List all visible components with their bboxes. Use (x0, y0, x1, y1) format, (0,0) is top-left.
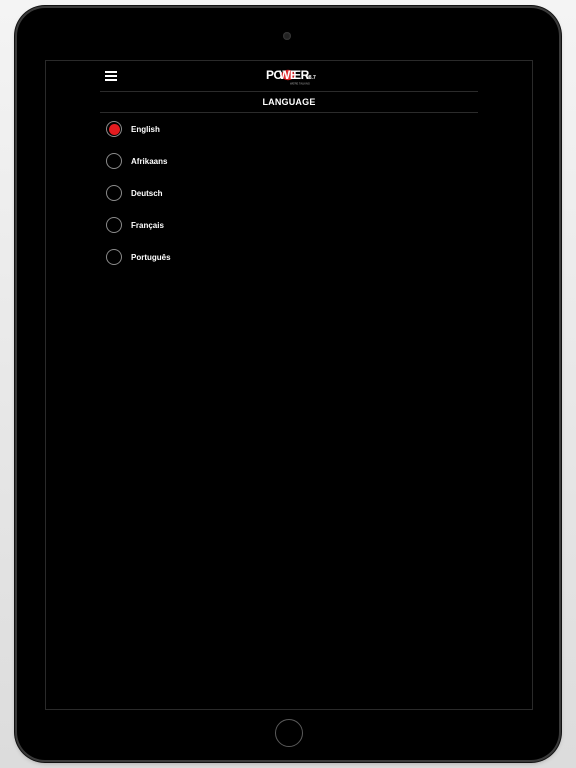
app-screen: POWER WE 98.7 WE'RE TALKING LANGUAGE Eng… (45, 60, 533, 710)
svg-text:WE: WE (279, 68, 298, 82)
radio-selected-icon[interactable] (106, 121, 122, 137)
language-label: Português (131, 252, 171, 262)
radio-unselected-icon[interactable] (106, 249, 122, 265)
hamburger-menu-icon[interactable] (105, 71, 117, 81)
tablet-frame: POWER WE 98.7 WE'RE TALKING LANGUAGE Eng… (17, 8, 559, 760)
radio-unselected-icon[interactable] (106, 217, 122, 233)
language-label: Deutsch (131, 188, 163, 198)
language-option-afrikaans[interactable]: Afrikaans (106, 151, 306, 171)
power-987-logo: POWER WE 98.7 WE'RE TALKING (266, 68, 316, 86)
language-option-francais[interactable]: Français (106, 215, 306, 235)
language-label: English (131, 124, 160, 134)
radio-unselected-icon[interactable] (106, 185, 122, 201)
radio-unselected-icon[interactable] (106, 153, 122, 169)
language-label: Afrikaans (131, 156, 168, 166)
home-button[interactable] (275, 719, 303, 747)
title-bar: LANGUAGE (100, 91, 478, 113)
language-label: Français (131, 220, 164, 230)
logo-tagline: WE'RE TALKING (290, 82, 310, 86)
page-title: LANGUAGE (262, 97, 316, 107)
front-camera (283, 32, 291, 40)
language-option-english[interactable]: English (106, 119, 306, 139)
language-option-deutsch[interactable]: Deutsch (106, 183, 306, 203)
logo-frequency: 98.7 (306, 75, 316, 81)
language-option-portugues[interactable]: Português (106, 247, 306, 267)
app-header: POWER WE 98.7 WE'RE TALKING (100, 65, 478, 91)
